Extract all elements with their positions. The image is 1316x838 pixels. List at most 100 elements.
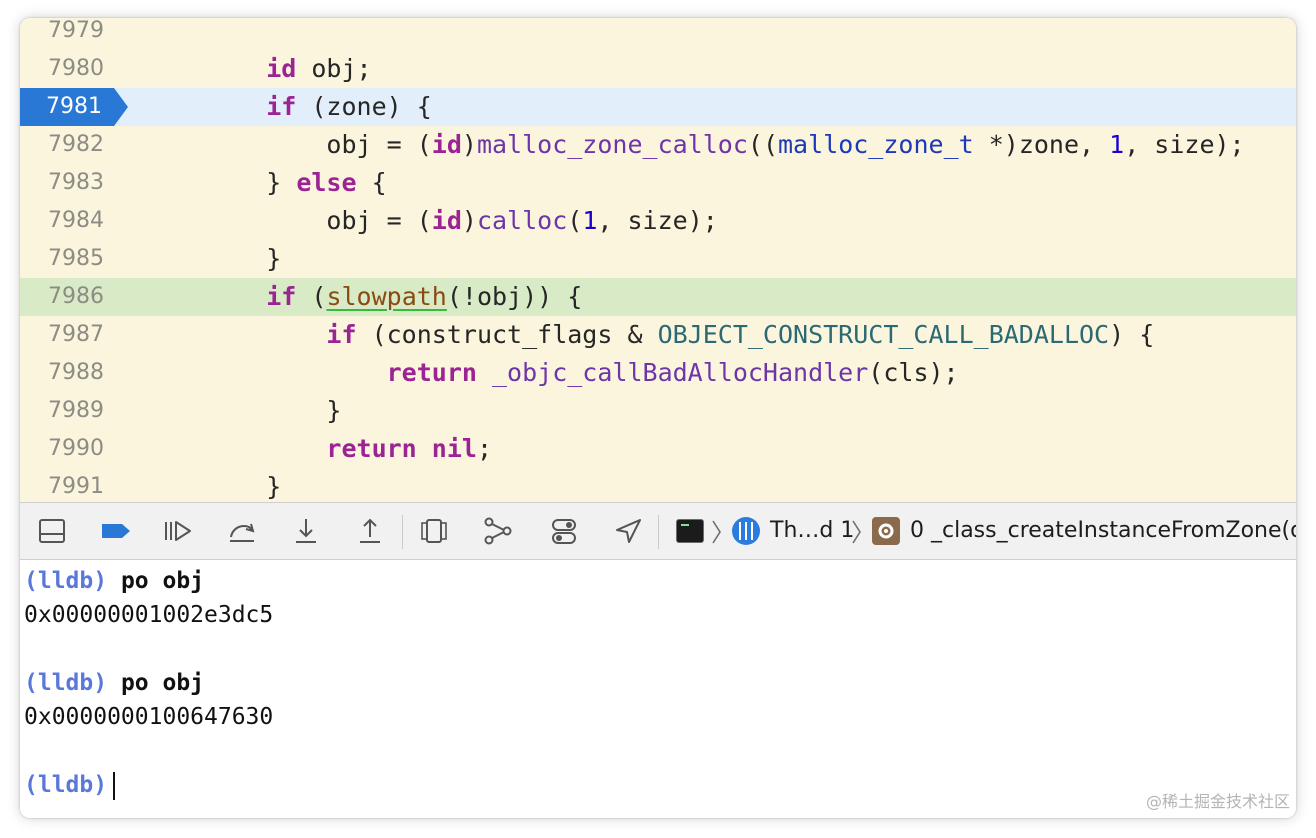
code-token: } <box>206 244 282 273</box>
code-token: ( <box>296 282 327 311</box>
code-text: } <box>206 392 341 430</box>
line-number[interactable]: 7985 <box>20 240 104 278</box>
console-output-line: 0x00000001002e3dc5 <box>24 598 273 632</box>
lldb-console[interactable]: @稀土掘金技术社区 (lldb) po obj 0x00000001002e3dc… <box>20 560 1296 818</box>
text-cursor <box>113 771 116 800</box>
code-token: nil <box>431 434 477 463</box>
simulate-location-button[interactable] <box>610 513 646 549</box>
code-text: } <box>206 468 281 502</box>
code-line[interactable]: 7987 if (construct_flags & OBJECT_CONSTR… <box>20 316 1296 354</box>
breakpoints-toggle-button[interactable] <box>98 513 134 549</box>
code-line[interactable]: 7980 id obj; <box>20 50 1296 88</box>
code-token: (cls); <box>868 358 959 387</box>
line-number[interactable]: 7979 <box>20 18 104 50</box>
code-line[interactable]: 7989 } <box>20 392 1296 430</box>
code-token: id <box>431 130 462 159</box>
code-token: ; <box>476 434 493 463</box>
code-text: obj = (id)calloc(1, size); <box>206 202 718 240</box>
code-token: OBJECT_CONSTRUCT_CALL_BADALLOC <box>657 320 1110 349</box>
code-token: { <box>356 168 387 197</box>
code-token: ) <box>461 206 477 235</box>
line-number[interactable]: 7980 <box>20 50 104 88</box>
code-token: } <box>206 396 342 425</box>
console-output: 0x00000001002e3dc5 <box>24 602 274 628</box>
code-token: (!obj)) { <box>446 282 583 311</box>
thread-selector[interactable]: Th…d 1 <box>770 503 854 559</box>
toggles-icon <box>552 519 576 544</box>
line-number[interactable]: 7986 <box>20 278 104 316</box>
toolbar-separator <box>402 515 403 549</box>
code-token: 1 <box>582 206 598 235</box>
continue-icon <box>165 521 191 541</box>
code-token: if <box>266 92 297 121</box>
hide-debug-area-button[interactable] <box>34 513 70 549</box>
terminal-icon[interactable] <box>676 519 704 543</box>
code-line[interactable]: 7982 obj = (id)malloc_zone_calloc((mallo… <box>20 126 1296 164</box>
step-out-icon <box>360 518 380 543</box>
stack-frame-icon[interactable] <box>872 517 900 545</box>
current-line[interactable]: 7986 if (slowpath(!obj)) { <box>20 278 1296 316</box>
thread-icon[interactable] <box>732 517 760 545</box>
code-token: slowpath <box>326 282 447 311</box>
line-number[interactable]: 7981 <box>20 88 102 126</box>
console-output: 0x0000000100647630 <box>24 704 274 730</box>
code-editor[interactable]: 7979 7980 id obj; 7981 if (zone) {7982 obj… <box>20 18 1296 502</box>
code-line[interactable]: 7984 obj = (id)calloc(1, size); <box>20 202 1296 240</box>
code-token: } <box>206 168 297 197</box>
view-hierarchy-icon <box>421 519 447 543</box>
line-number[interactable]: 7991 <box>20 468 104 502</box>
code-line[interactable]: 7983 } else { <box>20 164 1296 202</box>
debug-bar: Th…d 1 0 _class_createInstanceFromZone(o… <box>20 502 1296 560</box>
code-text: } <box>206 240 281 278</box>
chevron-right-icon <box>712 520 721 544</box>
line-number[interactable]: 7984 <box>20 202 104 240</box>
console-output-line: 0x0000000100647630 <box>24 700 273 734</box>
code-text: obj = (id)malloc_zone_calloc((malloc_zon… <box>206 126 1245 164</box>
code-token: (( <box>747 130 778 159</box>
line-number[interactable]: 7989 <box>20 392 104 430</box>
environment-overrides-button[interactable] <box>546 513 582 549</box>
code-token: *)zone, <box>973 130 1110 159</box>
line-number[interactable]: 7988 <box>20 354 104 392</box>
step-into-button[interactable] <box>288 513 324 549</box>
code-line[interactable]: 7991 } <box>20 468 1296 502</box>
stack-frame-selector[interactable]: 0 _class_createInstanceFromZone(ob <box>910 503 1296 559</box>
code-line[interactable]: 7990 return nil; <box>20 430 1296 468</box>
code-line[interactable]: 7985 } <box>20 240 1296 278</box>
code-token: id <box>266 54 297 83</box>
code-text: if (zone) { <box>206 88 432 126</box>
code-line[interactable]: 7979 <box>20 18 1296 50</box>
line-number[interactable]: 7983 <box>20 164 104 202</box>
line-number[interactable]: 7990 <box>20 430 104 468</box>
code-token: _objc_callBadAllocHandler <box>492 358 869 387</box>
toolbar-separator <box>658 515 659 549</box>
code-token: obj = ( <box>206 206 432 235</box>
breakpoint-line[interactable]: 7981 if (zone) { <box>20 88 1296 126</box>
console-command-line[interactable]: (lldb) <box>24 768 116 802</box>
code-token: ( <box>567 206 583 235</box>
continue-button[interactable] <box>160 513 196 549</box>
chevron-right-icon <box>852 520 861 544</box>
step-over-button[interactable] <box>224 513 260 549</box>
code-token: , size); <box>1124 130 1245 159</box>
xcode-window: 7979 7980 id obj; 7981 if (zone) {7982 obj… <box>20 18 1296 818</box>
code-token: } <box>206 472 282 501</box>
memory-graph-icon <box>484 517 512 545</box>
debug-memory-graph-button[interactable] <box>480 513 516 549</box>
watermark: @稀土掘金技术社区 <box>1145 792 1290 811</box>
code-line[interactable]: 7988 return _objc_callBadAllocHandler(cl… <box>20 354 1296 392</box>
line-number[interactable]: 7982 <box>20 126 104 164</box>
step-out-button[interactable] <box>352 513 388 549</box>
code-token: if <box>266 282 297 311</box>
code-token: else <box>296 168 357 197</box>
debug-view-hierarchy-button[interactable] <box>416 513 452 549</box>
line-number[interactable]: 7987 <box>20 316 104 354</box>
code-token: , size); <box>597 206 718 235</box>
